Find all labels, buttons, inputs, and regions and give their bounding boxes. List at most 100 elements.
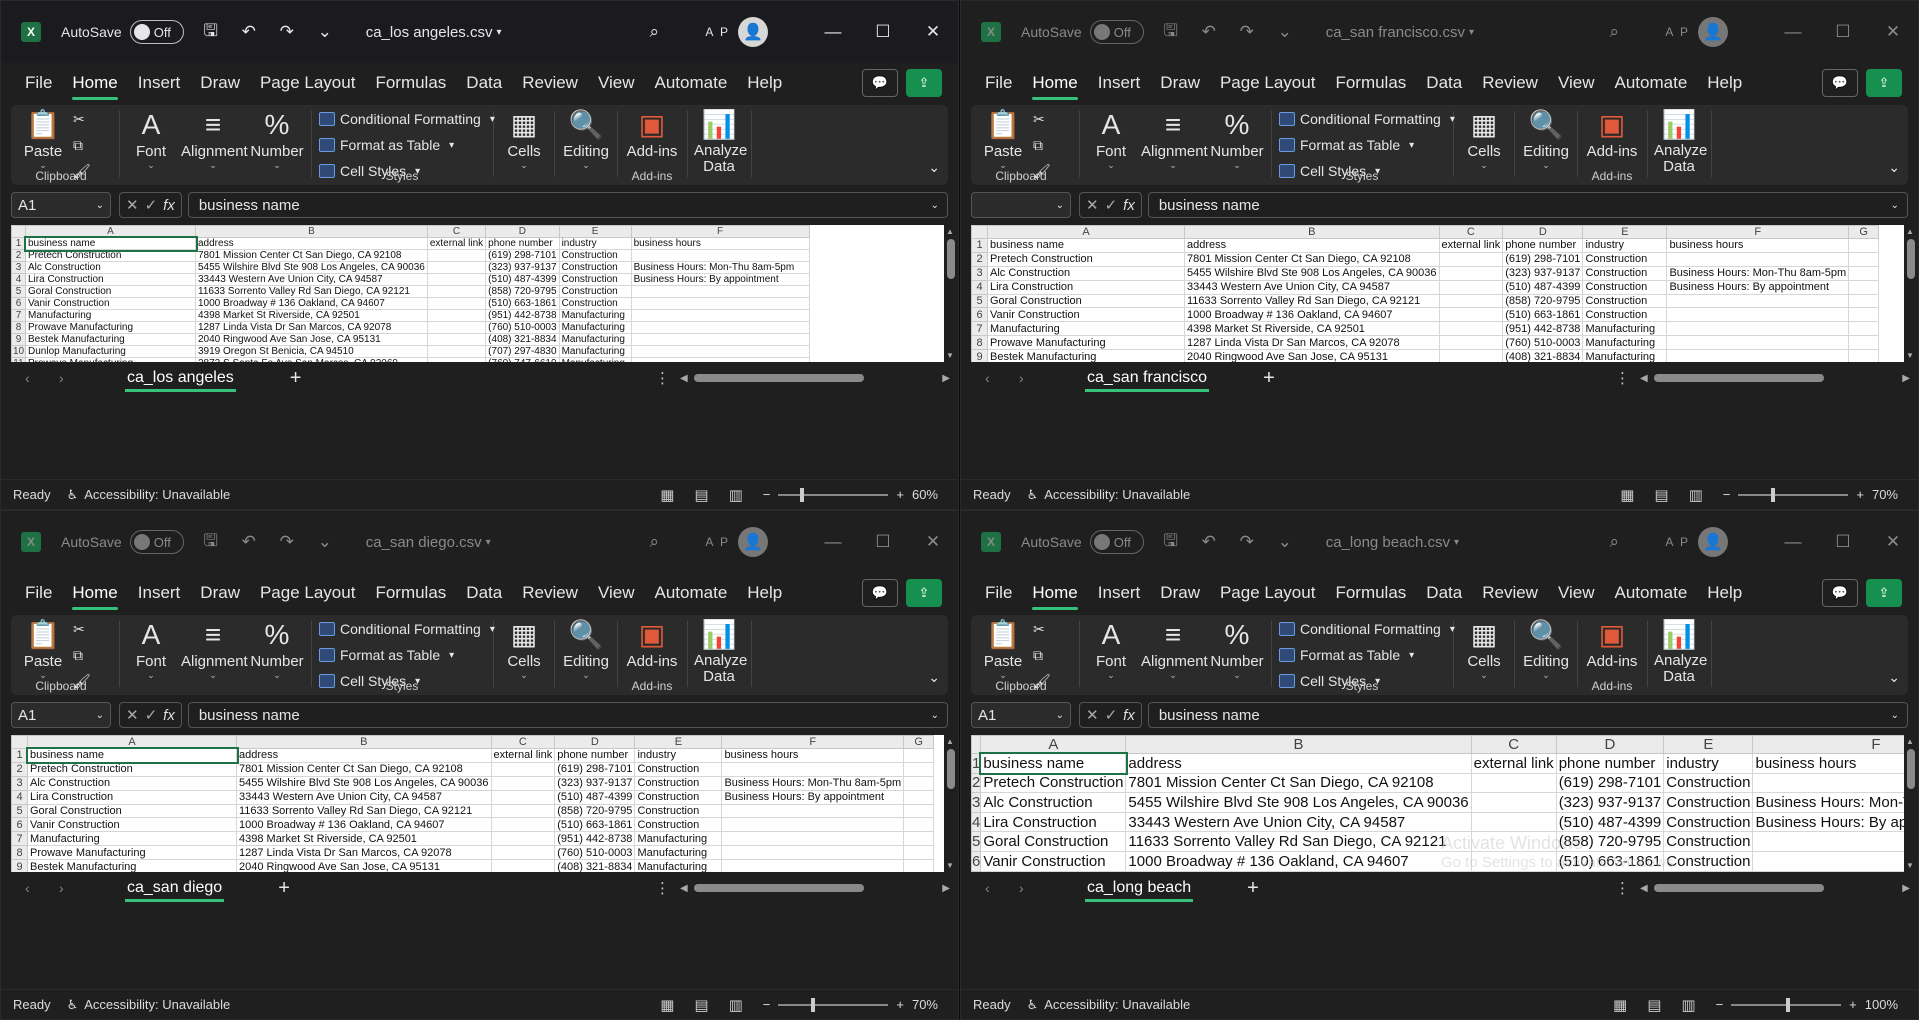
scroll-left-icon[interactable]: ◀ [1640, 883, 1648, 894]
cell[interactable] [903, 803, 935, 819]
column-header[interactable]: D [554, 735, 636, 749]
cell[interactable] [1848, 265, 1880, 281]
maximize-icon[interactable]: ☐ [1818, 532, 1868, 552]
cell[interactable]: Construction [1582, 265, 1668, 281]
cell[interactable] [1752, 850, 1904, 872]
scroll-down-icon[interactable]: ▼ [946, 351, 954, 360]
cell[interactable]: business hours [1752, 753, 1904, 774]
share-icon[interactable]: ⇪ [906, 69, 942, 97]
cell[interactable] [426, 309, 487, 322]
row-header[interactable]: 3 [11, 261, 26, 274]
function-icon[interactable]: fx [1123, 707, 1135, 724]
tab-help[interactable]: Help [747, 583, 782, 603]
autosave-toggle[interactable]: Off [1089, 20, 1144, 44]
cell[interactable]: (510) 663-1861 [1502, 307, 1584, 323]
row-header[interactable]: 6 [11, 297, 26, 310]
select-all-corner[interactable] [971, 735, 982, 754]
tab-file[interactable]: File [25, 73, 52, 93]
cell[interactable] [1752, 772, 1904, 794]
horizontal-scrollbar[interactable]: ◀ ▶ [1640, 881, 1910, 895]
cell[interactable] [1848, 349, 1880, 362]
horizontal-scrollbar[interactable]: ◀ ▶ [680, 881, 950, 895]
format-as-table-button[interactable]: Format as Table ▾ [1279, 647, 1414, 663]
cell[interactable]: external link [490, 748, 556, 763]
cell[interactable]: (951) 442-8738 [554, 831, 636, 847]
cell[interactable] [426, 321, 487, 334]
tab-automate[interactable]: Automate [1615, 73, 1688, 93]
row-header[interactable]: 9 [11, 859, 28, 872]
cell[interactable]: Alc Construction [25, 261, 196, 274]
minimize-icon[interactable]: — [808, 22, 858, 42]
font-button[interactable]: A Font ⌄ [123, 617, 179, 681]
cell[interactable] [630, 249, 810, 262]
scroll-down-icon[interactable]: ▼ [1906, 351, 1914, 360]
cell[interactable]: 33443 Western Ave Union City, CA 94587 [1125, 811, 1472, 833]
scroll-left-icon[interactable]: ◀ [680, 373, 688, 384]
undo-icon[interactable]: ↶ [1198, 532, 1220, 552]
row-header[interactable]: 5 [971, 831, 982, 852]
tab-file[interactable]: File [25, 583, 52, 603]
scroll-thumb[interactable] [693, 374, 864, 382]
collapse-ribbon-icon[interactable]: ⌄ [928, 669, 940, 686]
cell[interactable] [721, 831, 905, 847]
cells-button[interactable]: ▦ Cells ⌄ [497, 107, 551, 171]
tab-review[interactable]: Review [1482, 583, 1538, 603]
cell[interactable]: Prowave Manufacturing [987, 335, 1185, 351]
tab-page-layout[interactable]: Page Layout [1220, 73, 1315, 93]
cell[interactable]: Goral Construction [980, 831, 1127, 852]
cell[interactable]: (707) 297-4830 [485, 345, 560, 358]
cell[interactable]: Pretech Construction [25, 249, 196, 262]
cell[interactable]: 1287 Linda Vista Dr San Marcos, CA 92078 [195, 321, 428, 334]
zoom-slider[interactable] [778, 997, 889, 1012]
zoom-slider-thumb[interactable] [811, 997, 816, 1012]
formula-input[interactable]: business name ⌄ [187, 702, 948, 728]
scroll-up-icon[interactable]: ▲ [1906, 737, 1914, 746]
cell[interactable]: Construction [1582, 279, 1668, 295]
share-icon[interactable]: ⇪ [906, 579, 942, 607]
name-box[interactable]: ⌄ [971, 192, 1071, 218]
file-name[interactable]: ca_long beach.csv [1326, 534, 1450, 551]
cell[interactable] [1438, 279, 1504, 295]
column-header[interactable]: B [195, 225, 428, 238]
cell[interactable]: 11633 Sorrento Valley Rd San Diego, CA 9… [1184, 293, 1440, 309]
tab-formulas[interactable]: Formulas [1335, 583, 1406, 603]
comments-icon[interactable]: 💬 [862, 579, 898, 607]
normal-view-icon[interactable]: ▦ [1613, 996, 1627, 1014]
cell[interactable]: Manufacturing [558, 333, 632, 346]
cell[interactable]: Lira Construction [987, 279, 1185, 295]
tab-data[interactable]: Data [466, 73, 502, 93]
page-break-view-icon[interactable]: ▥ [1689, 486, 1703, 504]
number-button[interactable]: % Number ⌄ [1209, 617, 1265, 681]
format-as-table-button[interactable]: Format as Table ▾ [1279, 137, 1414, 153]
enter-icon[interactable]: ✓ [1105, 706, 1118, 724]
cell[interactable]: 11633 Sorrento Valley Rd San Diego, CA 9… [236, 803, 492, 819]
search-icon[interactable]: ⌕ [1603, 532, 1625, 552]
editing-button[interactable]: 🔍 Editing ⌄ [557, 617, 615, 681]
row-header[interactable]: 2 [971, 772, 982, 794]
cell[interactable]: industry [1582, 238, 1668, 253]
cell[interactable]: (510) 487-4399 [1502, 279, 1584, 295]
cell[interactable] [903, 775, 935, 791]
zoom-slider-thumb[interactable] [1786, 997, 1791, 1012]
tab-draw[interactable]: Draw [1160, 73, 1200, 93]
cell[interactable] [1848, 321, 1880, 337]
cell[interactable] [1666, 293, 1850, 309]
minimize-icon[interactable]: — [1768, 22, 1818, 42]
cell[interactable] [1438, 349, 1504, 362]
accessibility-status[interactable]: ♿ Accessibility: Unavailable [67, 997, 231, 1013]
column-header[interactable]: A [25, 225, 196, 238]
cell[interactable] [721, 761, 905, 777]
zoom-in-icon[interactable]: + [896, 487, 904, 502]
zoom-out-icon[interactable]: − [763, 997, 771, 1012]
font-button[interactable]: A Font ⌄ [123, 107, 179, 171]
save-icon[interactable]: 🖫 [1160, 528, 1182, 557]
cell[interactable] [1438, 307, 1504, 323]
copy-icon[interactable]: ⧉ [73, 137, 83, 154]
cell[interactable]: Manufacturing [987, 321, 1185, 337]
cell[interactable]: business name [23, 235, 198, 252]
sheet-tab[interactable]: ca_long beach [1079, 873, 1200, 903]
tab-automate[interactable]: Automate [1615, 583, 1688, 603]
function-icon[interactable]: fx [163, 707, 175, 724]
cell[interactable]: 33443 Western Ave Union City, CA 94587 [236, 789, 492, 805]
column-header[interactable]: D [1502, 225, 1584, 239]
